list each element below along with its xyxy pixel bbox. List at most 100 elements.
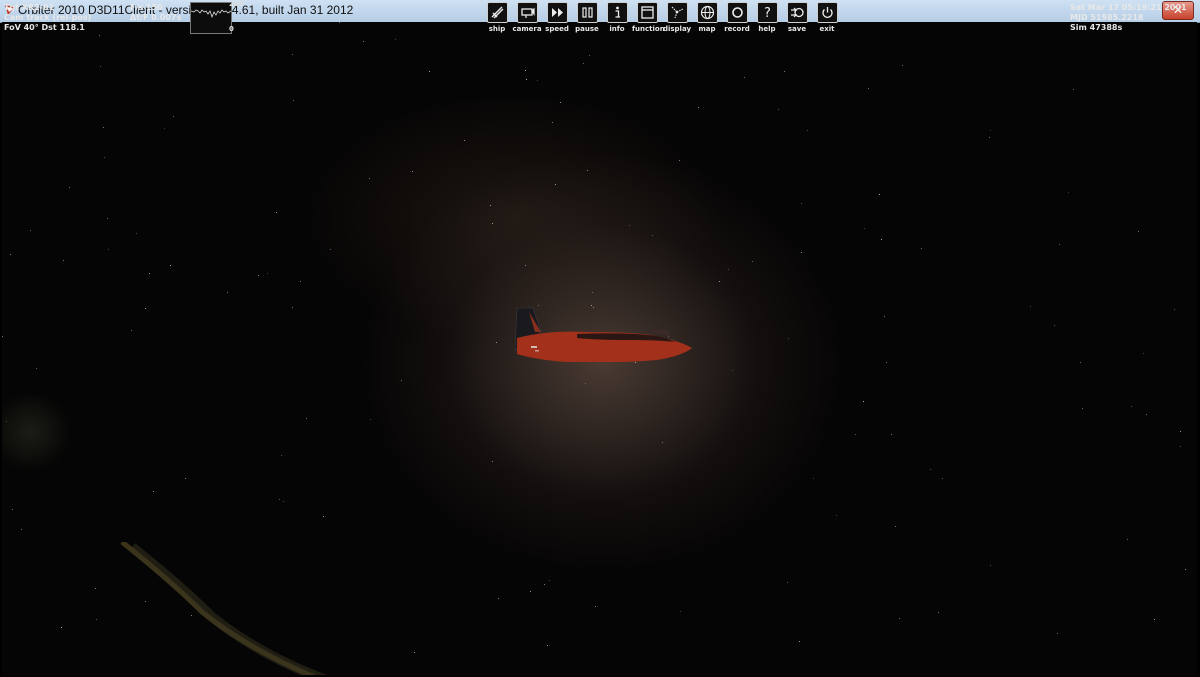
star [173, 116, 174, 117]
star [1073, 89, 1074, 90]
star [525, 70, 526, 71]
star [490, 205, 491, 206]
save-button[interactable]: save [782, 2, 812, 33]
planet-terrain-bottom [120, 542, 328, 675]
star [863, 401, 864, 402]
star [1174, 309, 1175, 310]
ship-button[interactable]: ship [482, 2, 512, 33]
star [537, 80, 538, 81]
star [652, 235, 653, 236]
star [680, 611, 681, 612]
display-icon [666, 2, 688, 23]
simulation-viewport[interactable] [2, 22, 1197, 675]
star [149, 273, 150, 274]
star [744, 77, 745, 78]
star [276, 212, 277, 213]
star [784, 71, 785, 72]
info-icon [606, 2, 628, 23]
star [191, 615, 192, 616]
star [526, 79, 527, 80]
star [292, 307, 293, 308]
fov-distance-readout: FoV 40° Dst 118.1 [4, 23, 85, 32]
star [585, 383, 586, 384]
star [1127, 539, 1128, 540]
function-button[interactable]: function [632, 2, 665, 33]
help-button[interactable]: ? help [752, 2, 782, 33]
star [868, 88, 869, 89]
star [990, 130, 991, 131]
star [555, 184, 556, 185]
star [728, 269, 729, 270]
star [283, 501, 284, 502]
planet-terrain-left [2, 392, 72, 472]
star [330, 249, 331, 250]
star [6, 421, 7, 422]
star [1154, 619, 1155, 620]
star [414, 652, 415, 653]
star [635, 362, 636, 363]
sim-time-readout: Sim 47388s [1070, 23, 1123, 32]
star [855, 434, 856, 435]
star [103, 127, 104, 128]
star [587, 170, 588, 171]
camera-button[interactable]: camera [512, 2, 542, 33]
star [464, 140, 465, 141]
target-readout: Tgt XR2-01 [4, 3, 55, 12]
star [884, 316, 885, 317]
star [145, 308, 146, 309]
star [1059, 244, 1060, 245]
star [401, 380, 402, 381]
star [496, 342, 497, 343]
star [108, 249, 109, 250]
star [560, 102, 561, 103]
star [153, 491, 154, 492]
speed-button[interactable]: speed [542, 2, 572, 33]
camera-icon [516, 2, 538, 23]
info-button[interactable]: info [602, 2, 632, 33]
star [300, 281, 301, 282]
help-icon: ? [756, 2, 778, 23]
star [592, 292, 593, 293]
star [170, 265, 171, 266]
star [886, 362, 887, 363]
star [339, 22, 340, 23]
star [1131, 406, 1132, 407]
star [61, 627, 62, 628]
star [525, 265, 526, 266]
star [1146, 414, 1147, 415]
star [258, 275, 259, 276]
date-readout: Sat Mar 17 05:19:21 2001 [1070, 3, 1187, 12]
pause-icon [576, 2, 598, 23]
star [813, 478, 814, 479]
pause-button[interactable]: pause [572, 2, 602, 33]
record-button[interactable]: record [722, 2, 752, 33]
star [583, 63, 584, 64]
star [281, 455, 282, 456]
star [698, 107, 699, 108]
star [1057, 633, 1058, 634]
exit-button[interactable]: exit [812, 2, 842, 33]
star [938, 612, 939, 613]
display-button[interactable]: display [662, 2, 692, 33]
star [21, 529, 22, 530]
star [145, 601, 146, 602]
hud-performance: F/s 150 Δt/F 0.007s [130, 3, 181, 23]
star [895, 526, 896, 527]
star [752, 261, 753, 262]
camera-mode-readout: Cam track (rel-pos) [4, 13, 92, 22]
star [267, 273, 268, 274]
star [100, 66, 101, 67]
star [492, 461, 493, 462]
star [293, 100, 294, 101]
map-button[interactable]: map [692, 2, 722, 33]
star [95, 588, 96, 589]
star [30, 230, 31, 231]
star [801, 203, 802, 204]
star [1143, 353, 1144, 354]
hud-time-info: Sat Mar 17 05:19:21 2001 MJD 51985.2218 … [1070, 3, 1187, 33]
mjd-readout: MJD 51985.2218 [1070, 13, 1144, 22]
star [104, 157, 105, 158]
star [807, 130, 808, 131]
spacecraft-xr2[interactable] [507, 302, 707, 362]
star [1082, 408, 1083, 409]
